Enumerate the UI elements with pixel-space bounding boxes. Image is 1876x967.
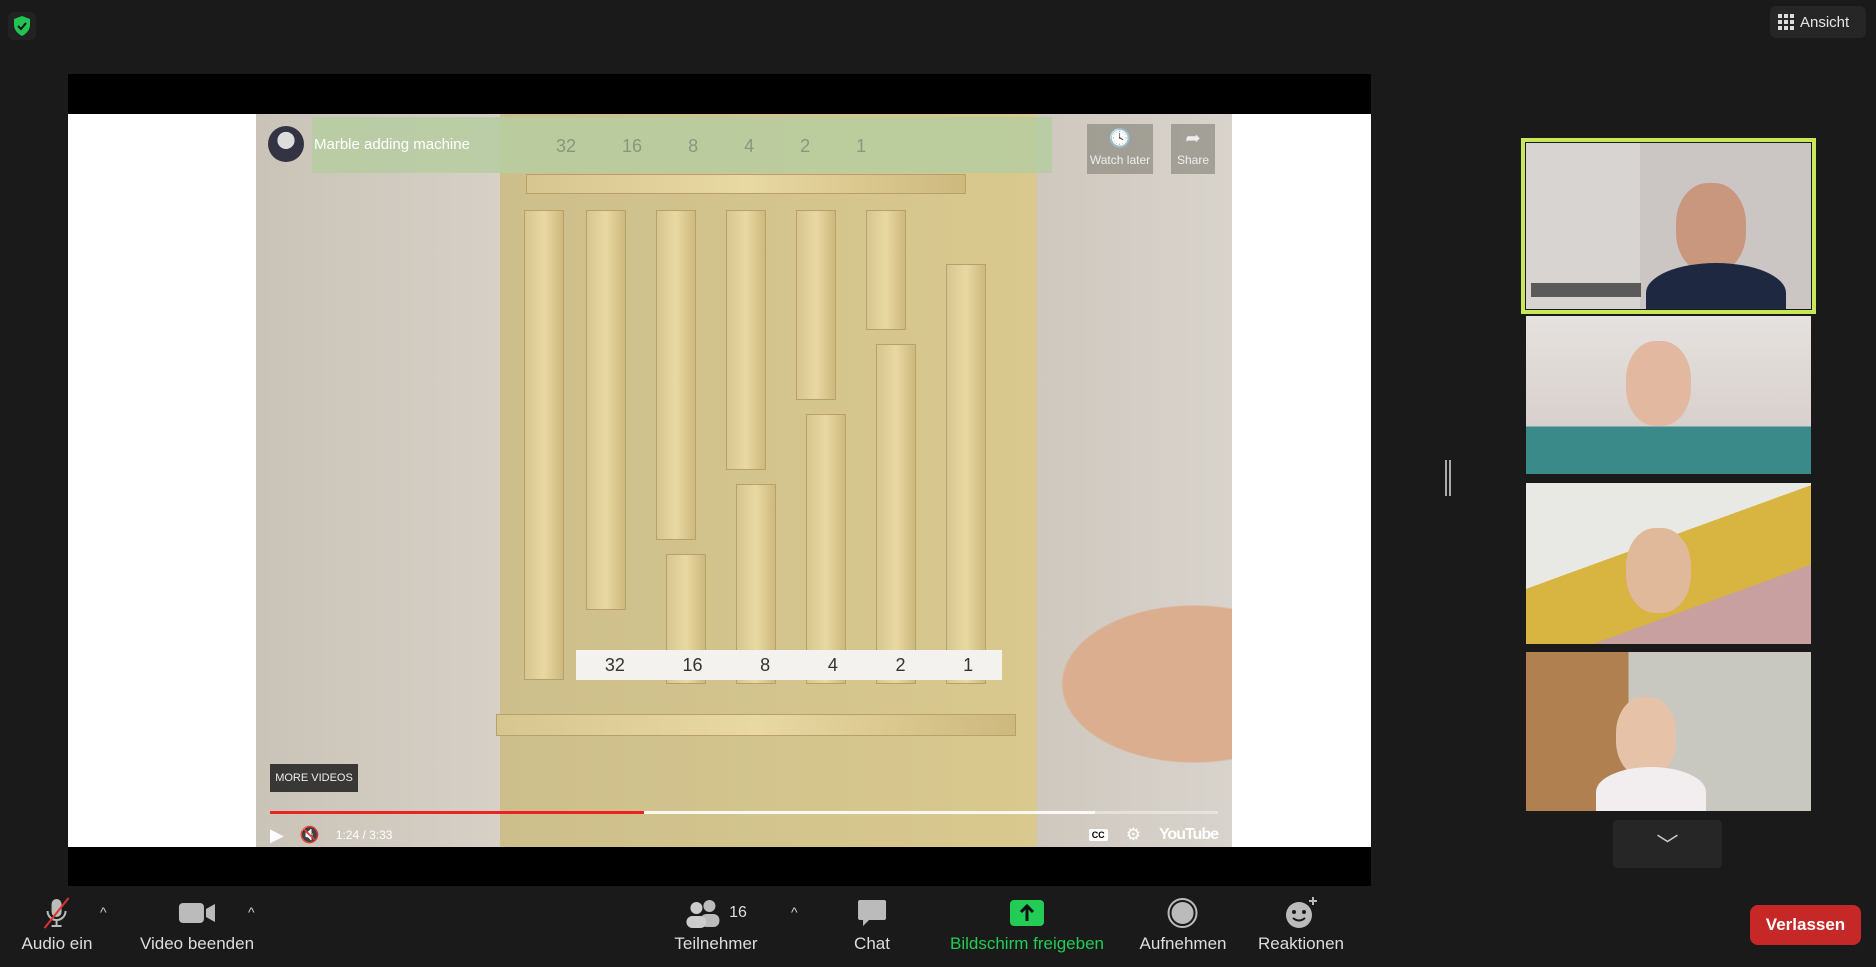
more-videos-button[interactable]: MORE VIDEOS [270,764,358,792]
hand [1026,584,1232,784]
audio-button[interactable]: Audio ein [21,892,93,954]
number-label: 8 [688,136,699,156]
share-arrow-icon: ➦ [1185,128,1201,148]
muted-speaker-icon[interactable]: 🔇 [300,825,320,845]
participant-video-active-speaker[interactable] [1521,138,1816,314]
bottom-number-labels: 32 16 8 4 2 1 [576,650,1002,680]
record-icon [1167,892,1199,934]
number-label: 4 [744,136,755,156]
video-title[interactable]: Marble adding machine [314,136,470,153]
share-button[interactable]: ➦ Share [1171,124,1215,174]
panel-resize-handle[interactable] [1445,460,1451,496]
number-label: 8 [760,654,771,675]
time-display: 1:24 / 3:33 [335,828,393,842]
play-icon[interactable]: ▶ [270,825,284,846]
video-options-caret-icon[interactable]: ^ [248,904,255,920]
number-label: 2 [895,654,906,675]
participant-video[interactable] [1526,652,1811,811]
record-button[interactable]: Aufnehmen [1139,892,1227,954]
leave-meeting-button[interactable]: Verlassen [1750,905,1861,945]
chat-button[interactable]: Chat [854,892,890,954]
microphone-muted-icon [41,892,73,934]
player-controls: ▶ 🔇 1:24 / 3:33 CC ⚙ YouTube [270,820,1219,847]
watch-later-label: Watch later [1089,153,1151,167]
participant-video[interactable] [1526,316,1811,474]
reactions-button[interactable]: Reaktionen [1258,892,1344,954]
number-label: 32 [604,654,625,675]
record-label: Aufnehmen [1139,934,1227,953]
participant-video[interactable] [1526,483,1811,644]
top-number-labels: 32 16 8 4 2 1 [556,136,866,157]
channel-avatar[interactable] [268,126,304,162]
number-label: 1 [963,654,974,675]
progress-bar[interactable] [270,811,1218,814]
number-label: 16 [682,654,703,675]
number-label: 16 [622,136,643,156]
grid-icon [1778,14,1794,30]
audio-options-caret-icon[interactable]: ^ [100,904,107,920]
youtube-video-player[interactable]: Marble adding machine 32 16 8 4 2 1 🕓 Watch la… [256,114,1232,847]
share-screen-arrow-icon [1009,892,1045,934]
reactions-label: Reaktionen [1257,934,1345,953]
youtube-logo[interactable]: YouTube [1159,826,1219,844]
settings-gear-icon[interactable]: ⚙ [1126,825,1141,845]
share-screen-button[interactable]: Bildschirm freigeben [950,892,1104,954]
captions-icon[interactable]: CC [1088,829,1108,841]
video-label: Video beenden [139,934,255,953]
gallery-scroll-down-button[interactable]: ﹀ [1613,820,1722,868]
view-button[interactable]: Ansicht [1770,6,1866,38]
audio-label: Audio ein [21,934,93,953]
emoji-add-icon [1284,892,1318,934]
video-camera-icon [178,892,216,934]
chevron-down-icon: ﹀ [1656,833,1679,858]
clock-icon: 🕓 [1108,128,1132,148]
participants-label: Teilnehmer [674,934,758,953]
share-label: Share [1176,153,1210,167]
number-label: 2 [800,136,811,156]
participants-icon [686,900,720,928]
chat-bubble-icon [857,892,887,934]
name-label-blurred [1531,283,1641,297]
share-screen-label: Bildschirm freigeben [949,934,1105,953]
view-label: Ansicht [1800,13,1850,31]
participants-options-caret-icon[interactable]: ^ [791,904,798,920]
meeting-toolbar: Audio ein ^ Video beenden ^ 16 Teilnehme… [0,886,1876,967]
progress-played [270,811,644,814]
participants-button[interactable]: 16 Teilnehmer [674,892,758,954]
encryption-shield-icon[interactable] [8,12,36,40]
video-button[interactable]: Video beenden [140,892,254,954]
watch-later-button[interactable]: 🕓 Watch later [1087,124,1153,174]
number-label: 4 [827,654,838,675]
participant-count: 16 [729,904,747,921]
number-label: 32 [556,136,577,156]
number-label: 1 [856,136,867,156]
chat-label: Chat [854,934,890,953]
